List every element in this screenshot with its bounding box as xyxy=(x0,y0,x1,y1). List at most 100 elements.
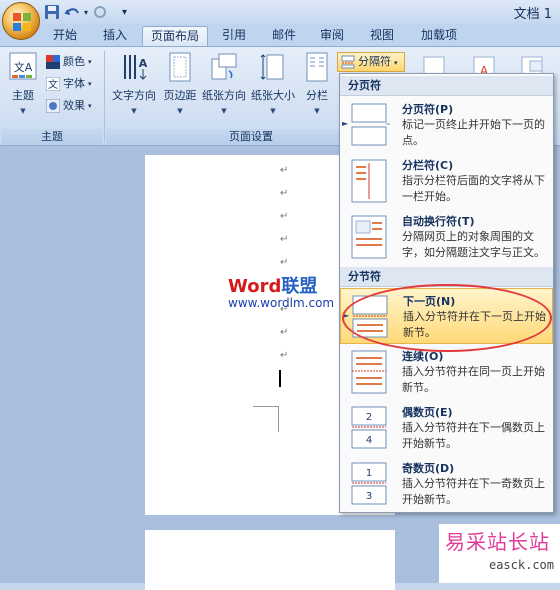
next-page-break-icon xyxy=(352,295,388,338)
menu-item-even-page[interactable]: 24 偶数页(E) 插入分节符并在下一偶数页上开始新节。 xyxy=(340,400,553,456)
watermark-cn-text: 易采站长站 xyxy=(445,530,550,554)
columns-dropdown-icon: ▼ xyxy=(314,107,320,115)
fonts-label: 字体 xyxy=(63,77,85,90)
size-dropdown-icon: ▼ xyxy=(270,107,276,115)
tab-home[interactable]: 开始 xyxy=(46,26,84,46)
wordmark-url: www.wordlm.com xyxy=(228,296,335,310)
columns-icon xyxy=(306,52,328,82)
undo-icon[interactable] xyxy=(64,4,80,20)
svg-text:A: A xyxy=(139,57,148,70)
menu-item-desc: 插入分节符并在同一页上开始新节。 xyxy=(402,365,545,394)
theme-colors-button[interactable]: 颜色 ▾ xyxy=(46,53,92,71)
themes-label: 主题 xyxy=(12,89,34,102)
orientation-icon xyxy=(211,53,237,80)
paragraph-mark: ↵ xyxy=(280,350,289,361)
size-button[interactable]: 纸张大小 ▼ xyxy=(250,51,296,115)
wordmark-cn: 联盟 xyxy=(281,276,318,297)
columns-button[interactable]: 分栏 ▼ xyxy=(302,51,332,115)
tab-view[interactable]: 视图 xyxy=(363,26,401,46)
svg-text:文: 文 xyxy=(48,78,58,91)
margins-dropdown-icon: ▼ xyxy=(177,107,183,115)
tab-insert[interactable]: 插入 xyxy=(96,26,134,46)
menu-item-continuous[interactable]: 连续(O) 插入分节符并在同一页上开始新节。 xyxy=(340,344,553,400)
office-button[interactable] xyxy=(2,2,40,40)
paragraph-mark: ↵ xyxy=(280,188,289,199)
theme-fonts-button[interactable]: 文 字体 ▾ xyxy=(46,75,92,93)
save-icon[interactable] xyxy=(44,4,60,20)
themes-icon: 文A xyxy=(9,52,37,80)
orientation-dropdown-icon: ▼ xyxy=(221,107,227,115)
columns-label: 分栏 xyxy=(306,89,328,102)
margins-label: 页边距 xyxy=(163,89,197,102)
svg-text:4: 4 xyxy=(366,435,372,446)
continuous-break-icon xyxy=(351,350,387,394)
menu-item-desc: 指示分栏符后面的文字将从下一栏开始。 xyxy=(402,174,545,203)
colors-icon xyxy=(46,55,60,69)
menu-item-desc: 插入分节符并在下一偶数页上开始新节。 xyxy=(402,421,545,450)
menu-item-column-break[interactable]: 分栏符(C) 指示分栏符后面的文字将从下一栏开始。 xyxy=(340,153,553,209)
office-logo-icon xyxy=(13,13,31,31)
colors-label: 颜色 xyxy=(63,55,85,68)
odd-page-break-icon: 13 xyxy=(351,462,387,505)
tab-mailings[interactable]: 邮件 xyxy=(265,26,303,46)
paragraph-mark: ↵ xyxy=(280,211,289,222)
margins-button[interactable]: 页边距 ▼ xyxy=(162,51,198,115)
margins-icon xyxy=(169,52,191,82)
redo-icon[interactable] xyxy=(92,4,108,20)
menu-item-desc: 分隔网页上的对象周围的文字，如分隔题注文字与正文。 xyxy=(402,230,545,259)
svg-text:文A: 文A xyxy=(14,60,33,74)
menu-item-desc: 插入分节符并在下一页上开始新节。 xyxy=(403,310,546,339)
document-page-next[interactable] xyxy=(145,530,395,590)
tab-review[interactable]: 审阅 xyxy=(313,26,351,46)
effects-icon xyxy=(46,99,60,113)
even-page-break-icon: 24 xyxy=(351,406,387,449)
group-label-theme: 主题 xyxy=(2,129,102,145)
paragraph-mark: ↵ xyxy=(280,234,289,245)
site-watermark: 易采站长站 easck.com xyxy=(439,524,560,583)
text-direction-icon: A xyxy=(124,55,148,80)
breaks-label: 分隔符 xyxy=(358,55,391,68)
fonts-icon: 文 xyxy=(46,77,60,91)
paragraph-mark: ↵ xyxy=(280,327,289,338)
size-label: 纸张大小 xyxy=(251,89,295,102)
theme-effects-button[interactable]: 效果 ▾ xyxy=(46,97,92,115)
menu-item-desc: 标记一页终止并开始下一页的点。 xyxy=(402,118,545,147)
menu-item-next-page[interactable]: ► 下一页(N) 插入分节符并在下一页上开始新节。 xyxy=(340,288,553,344)
page-break-icon xyxy=(351,103,390,146)
menu-item-title: 分栏符(C) xyxy=(402,159,454,172)
text-direction-label: 文字方向 xyxy=(112,89,156,102)
window-title: 文档 1 xyxy=(513,7,552,22)
text-wrapping-break-icon xyxy=(351,215,387,259)
menu-item-title: 偶数页(E) xyxy=(402,406,453,419)
orientation-button[interactable]: 纸张方向 ▼ xyxy=(200,51,248,115)
tab-page-layout[interactable]: 页面布局 xyxy=(142,26,208,46)
orientation-label: 纸张方向 xyxy=(202,89,246,102)
menu-item-title: 连续(O) xyxy=(402,350,444,363)
column-break-icon xyxy=(351,159,387,203)
text-cursor xyxy=(279,370,281,387)
menu-item-text-wrapping-break[interactable]: 自动换行符(T) 分隔网页上的对象周围的文字，如分隔题注文字与正文。 xyxy=(340,209,553,265)
menu-item-title: 奇数页(D) xyxy=(402,462,455,475)
menu-item-page-break[interactable]: ► 分页符(P) 标记一页终止并开始下一页的点。 xyxy=(340,97,553,153)
text-direction-button[interactable]: A 文字方向 ▼ xyxy=(110,51,158,115)
section-header-page-breaks: 分页符 xyxy=(340,76,553,96)
ribbon-tabs: 开始 插入 页面布局 引用 邮件 审阅 视图 加载项 xyxy=(0,24,560,46)
menu-item-title: 分页符(P) xyxy=(402,103,454,116)
group-separator xyxy=(104,51,105,143)
breaks-menu: 分页符 ► 分页符(P) 标记一页终止并开始下一页的点。 分栏符(C) 指示分栏… xyxy=(339,73,554,513)
paragraph-mark: ↵ xyxy=(280,165,289,176)
menu-item-title: 自动换行符(T) xyxy=(402,215,475,228)
tab-references[interactable]: 引用 xyxy=(215,26,253,46)
page-corner-mark xyxy=(253,406,279,432)
qat-customize-icon[interactable]: ▾ xyxy=(122,7,127,18)
menu-item-odd-page[interactable]: 13 奇数页(D) 插入分节符并在下一奇数页上开始新节。 xyxy=(340,456,553,512)
themes-button[interactable]: 文A 主题 ▼ xyxy=(6,51,40,115)
undo-dropdown-icon[interactable]: ▾ xyxy=(84,8,88,17)
breaks-button[interactable]: 分隔符 ▾ xyxy=(337,52,405,72)
paragraph-mark: ↵ xyxy=(280,257,289,268)
wordmark-word: Word xyxy=(228,276,282,297)
quick-access-toolbar: ▾ ▾ xyxy=(44,3,127,21)
text-direction-dropdown-icon: ▼ xyxy=(131,107,137,115)
tab-add-ins[interactable]: 加载项 xyxy=(414,26,464,46)
svg-text:1: 1 xyxy=(366,468,372,479)
